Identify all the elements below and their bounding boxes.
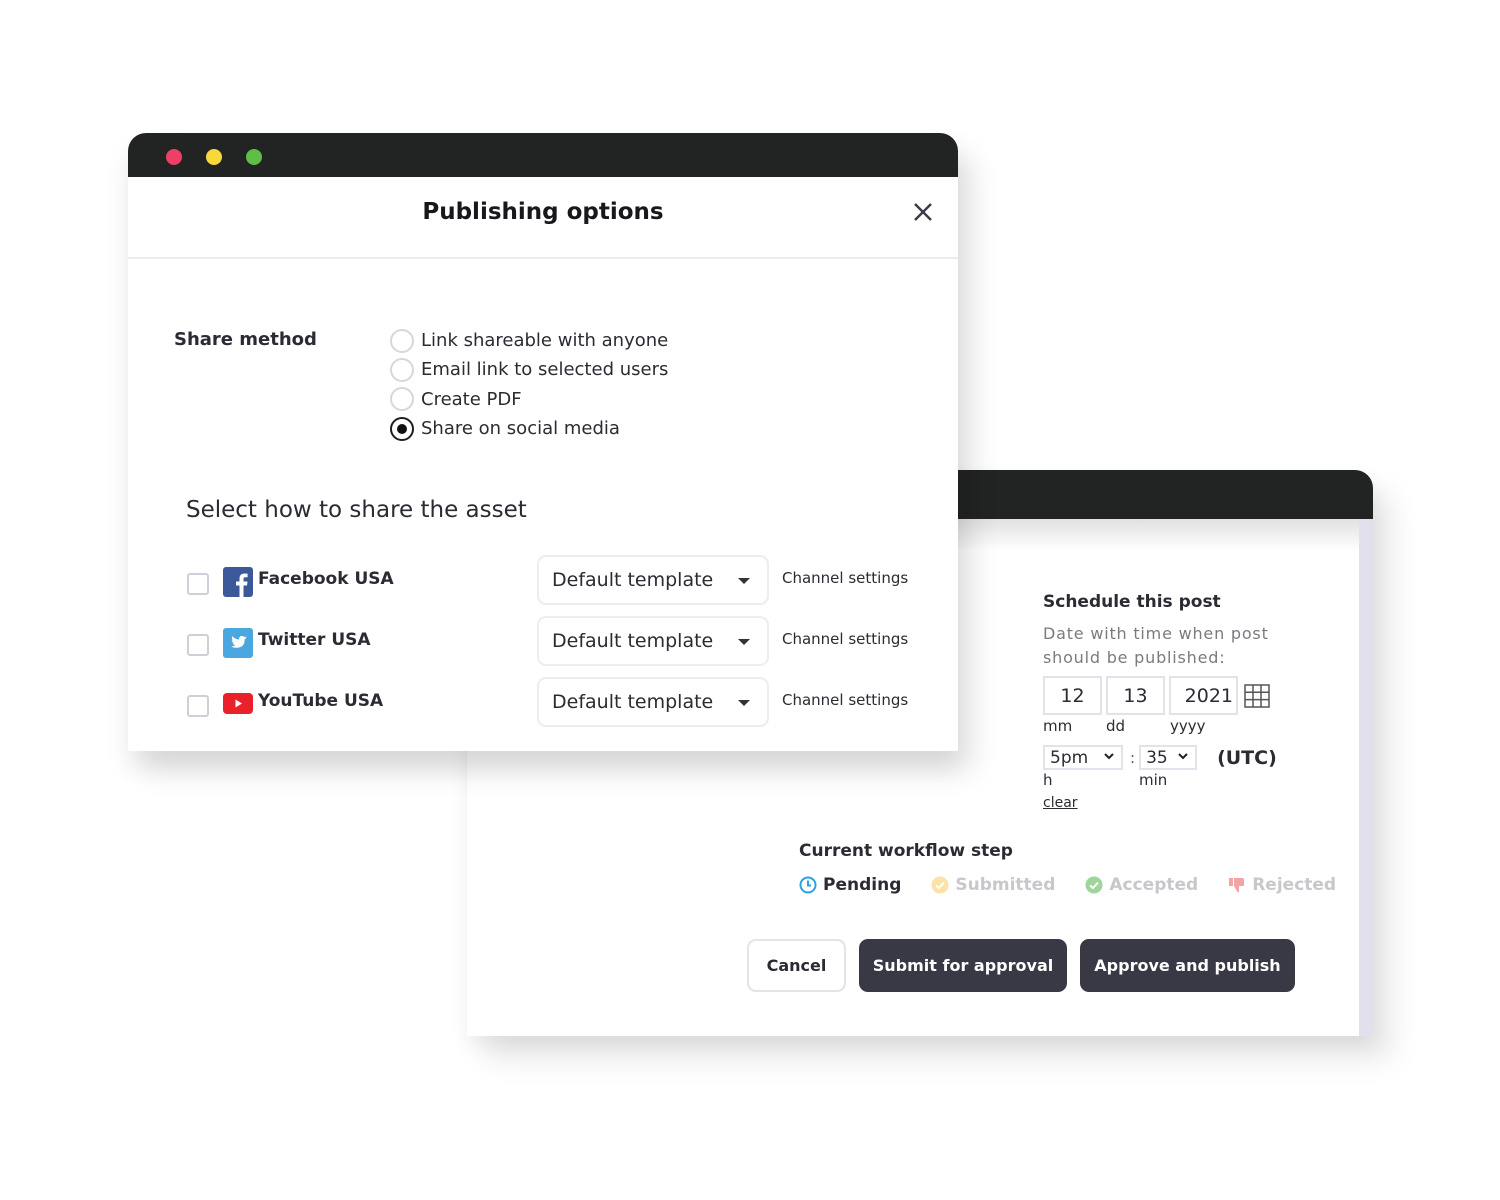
workflow-title: Current workflow step: [799, 841, 1013, 861]
youtube-icon: [223, 693, 253, 714]
close-window-dot[interactable]: [166, 149, 182, 165]
radio-label: Share on social media: [421, 418, 620, 440]
radio-label: Link shareable with anyone: [421, 330, 669, 352]
schedule-description: Date with time when post should be publi…: [1043, 624, 1269, 667]
clock-icon: [799, 876, 817, 894]
channel-name: Twitter USA: [258, 630, 371, 650]
chevron-down-icon: [1178, 753, 1188, 760]
workflow-steps: Pending Submitted Accepted Rejected: [799, 875, 1366, 895]
step-submitted[interactable]: Submitted: [931, 875, 1055, 895]
facebook-icon: [223, 567, 253, 597]
caret-down-icon: [738, 578, 750, 584]
channel-name: YouTube USA: [258, 691, 384, 711]
hour-label: h: [1043, 771, 1053, 789]
hour-select[interactable]: 5pm: [1043, 745, 1123, 770]
caret-down-icon: [738, 700, 750, 706]
twitter-icon: [223, 628, 253, 658]
channel-checkbox[interactable]: [187, 634, 209, 656]
date-labels: mm dd yyyy: [1043, 717, 1303, 735]
minute-label: min: [1139, 771, 1168, 789]
action-buttons: Cancel Submit for approval Approve and p…: [747, 939, 1308, 992]
channel-name: Facebook USA: [258, 569, 394, 589]
template-value: Default template: [552, 569, 714, 591]
month-label: mm: [1043, 717, 1073, 735]
month-input[interactable]: 12: [1043, 676, 1102, 715]
window-titlebar: [128, 133, 958, 177]
year-input[interactable]: 2021: [1169, 676, 1238, 715]
day-input[interactable]: 13: [1106, 676, 1165, 715]
step-pending[interactable]: Pending: [799, 875, 901, 895]
template-select[interactable]: Default template: [537, 555, 769, 605]
time-separator: :: [1130, 748, 1136, 767]
radio-button[interactable]: [390, 357, 414, 382]
calendar-grid-icon[interactable]: [1244, 683, 1270, 708]
channel-row-youtube: YouTube USA Default template Channel set…: [186, 677, 946, 739]
radio-button[interactable]: [390, 387, 414, 412]
dialog-header: Publishing options: [128, 177, 958, 259]
check-circle-icon: [1085, 876, 1103, 894]
channel-row-facebook: Facebook USA Default template Channel se…: [186, 555, 946, 617]
workflow-section: Current workflow step Pending Submitted: [799, 841, 1366, 895]
publishing-options-window: Publishing options Share method Link sha…: [128, 133, 958, 751]
timezone-label: (UTC): [1217, 746, 1277, 769]
thumbs-down-icon: [1229, 878, 1245, 893]
year-label: yyyy: [1170, 717, 1206, 735]
channel-settings-link[interactable]: Channel settings: [782, 630, 908, 648]
step-label: Accepted: [1109, 875, 1199, 895]
template-value: Default template: [552, 630, 714, 652]
cancel-button[interactable]: Cancel: [747, 939, 846, 992]
radio-option-email[interactable]: Email link to selected users: [390, 355, 668, 384]
dialog-title: Publishing options: [422, 199, 664, 225]
minimize-window-dot[interactable]: [206, 149, 222, 165]
channel-settings-link[interactable]: Channel settings: [782, 569, 908, 587]
template-value: Default template: [552, 691, 714, 713]
scrollbar[interactable]: [1359, 519, 1373, 1036]
step-rejected[interactable]: Rejected: [1228, 875, 1336, 895]
chevron-down-icon: [1104, 753, 1114, 760]
step-accepted[interactable]: Accepted: [1085, 875, 1198, 895]
radio-label: Email link to selected users: [421, 359, 669, 381]
template-select[interactable]: Default template: [537, 677, 769, 727]
hour-value: 5pm: [1050, 747, 1089, 768]
channel-row-twitter: Twitter USA Default template Channel set…: [186, 616, 946, 678]
template-select[interactable]: Default template: [537, 616, 769, 666]
step-label: Pending: [823, 875, 902, 895]
day-label: dd: [1106, 717, 1126, 735]
maximize-window-dot[interactable]: [246, 149, 262, 165]
share-method-label: Share method: [174, 329, 317, 350]
channel-checkbox[interactable]: [187, 573, 209, 595]
caret-down-icon: [738, 639, 750, 645]
time-row: 5pm : 35 (UTC): [1043, 745, 1303, 770]
radio-option-link[interactable]: Link shareable with anyone: [390, 326, 668, 355]
radio-button-selected[interactable]: [390, 416, 414, 441]
radio-button[interactable]: [390, 328, 414, 353]
radio-option-social[interactable]: Share on social media: [390, 414, 668, 443]
channel-checkbox[interactable]: [187, 695, 209, 717]
radio-option-pdf[interactable]: Create PDF: [390, 385, 668, 414]
minute-select[interactable]: 35: [1139, 745, 1198, 770]
schedule-section: Schedule this post Date with time when p…: [1043, 592, 1303, 811]
minute-value: 35: [1146, 747, 1168, 768]
submit-for-approval-button[interactable]: Submit for approval: [859, 939, 1067, 992]
channel-settings-link[interactable]: Channel settings: [782, 691, 908, 709]
schedule-title: Schedule this post: [1043, 592, 1221, 612]
step-label: Rejected: [1252, 875, 1337, 895]
radio-label: Create PDF: [421, 388, 522, 410]
share-section-title: Select how to share the asset: [186, 497, 527, 523]
clear-link[interactable]: clear: [1043, 795, 1078, 811]
step-label: Submitted: [955, 875, 1056, 895]
share-method-radio-group: Link shareable with anyone Email link to…: [390, 326, 668, 443]
date-row: 12 13 2021: [1043, 676, 1303, 715]
time-labels: h min: [1043, 771, 1303, 789]
check-circle-icon: [931, 876, 949, 894]
close-icon[interactable]: [912, 201, 934, 223]
approve-and-publish-button[interactable]: Approve and publish: [1080, 939, 1295, 992]
